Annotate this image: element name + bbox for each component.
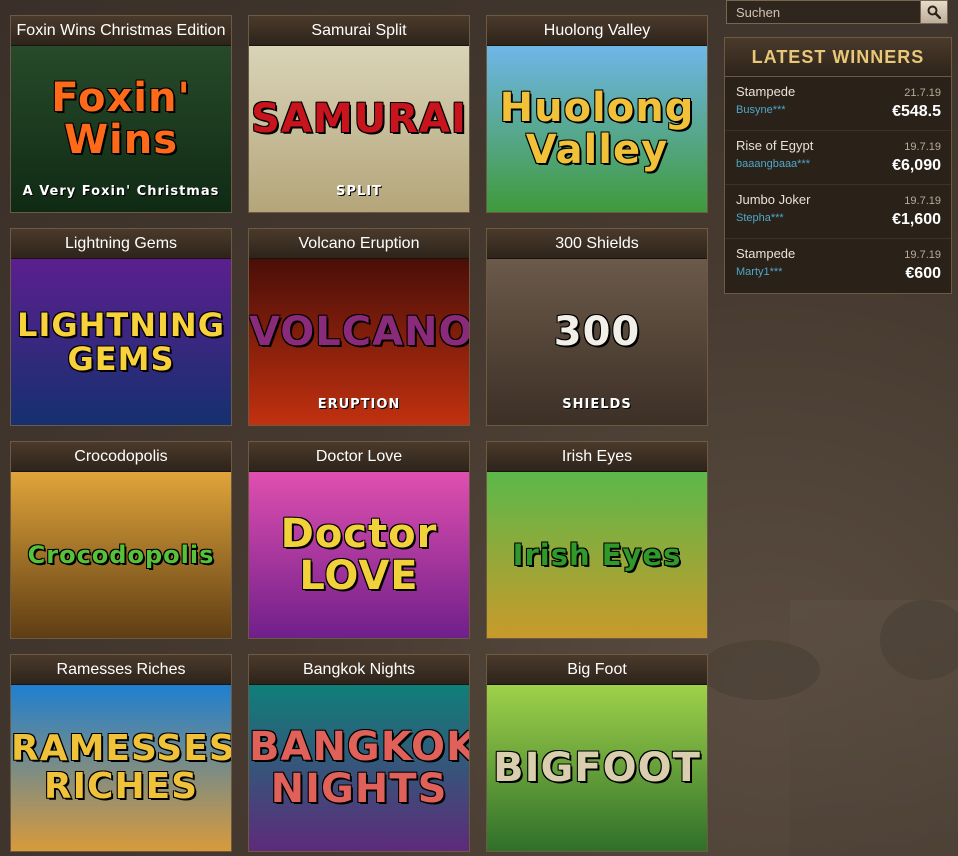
winners-list: Stampede 21.7.19 Busyne*** €548.5 Rise of Eg… — [725, 77, 951, 293]
game-logo-subtitle: SHIELDS — [562, 397, 632, 412]
game-title: Volcano Eruption — [249, 229, 469, 259]
winner-row[interactable]: Stampede 19.7.19 Marty1*** €600 — [725, 239, 951, 293]
game-title: Bangkok Nights — [249, 655, 469, 685]
game-title: 300 Shields — [487, 229, 707, 259]
game-tile[interactable]: Volcano Eruption VOLCANO ERUPTION — [248, 228, 470, 426]
game-thumbnail[interactable]: VOLCANO ERUPTION — [249, 259, 469, 425]
game-title: Foxin Wins Christmas Edition — [11, 16, 231, 46]
winner-amount: €600 — [905, 265, 941, 282]
game-tile[interactable]: Crocodopolis Crocodopolis — [10, 441, 232, 639]
game-tile[interactable]: Ramesses Riches RAMESSES RICHES — [10, 654, 232, 852]
game-title: Big Foot — [487, 655, 707, 685]
game-thumbnail[interactable]: Crocodopolis — [11, 472, 231, 638]
game-thumbnail[interactable]: 300 SHIELDS — [487, 259, 707, 425]
game-title: Huolong Valley — [487, 16, 707, 46]
game-logo: BANGKOK NIGHTS — [249, 724, 469, 812]
game-title: Irish Eyes — [487, 442, 707, 472]
game-tile[interactable]: 300 Shields 300 SHIELDS — [486, 228, 708, 426]
game-logo: Foxin' Wins — [51, 75, 191, 163]
game-thumbnail[interactable]: Huolong Valley — [487, 46, 707, 212]
winner-date: 19.7.19 — [904, 195, 941, 207]
game-logo: BIGFOOT — [493, 745, 701, 791]
game-logo: SAMURAI — [251, 96, 467, 142]
game-logo: LIGHTNING GEMS — [17, 306, 225, 378]
winner-date: 19.7.19 — [904, 249, 941, 261]
game-title: Samurai Split — [249, 16, 469, 46]
game-thumbnail[interactable]: Foxin' Wins A Very Foxin' Christmas — [11, 46, 231, 212]
game-tile[interactable]: Foxin Wins Christmas Edition Foxin' Wins A… — [10, 15, 232, 213]
game-logo: Irish Eyes — [512, 538, 682, 572]
game-logo: Crocodopolis — [27, 541, 215, 569]
game-thumbnail[interactable]: RAMESSES RICHES — [11, 685, 231, 851]
game-tile[interactable]: Samurai Split SAMURAI SPLIT — [248, 15, 470, 213]
game-tile[interactable]: Lightning Gems LIGHTNING GEMS — [10, 228, 232, 426]
latest-winners-panel: LATEST WINNERS Stampede 21.7.19 Busyne*** €… — [724, 37, 952, 294]
game-tile[interactable]: Irish Eyes Irish Eyes — [486, 441, 708, 639]
game-logo: Huolong Valley — [499, 85, 695, 173]
winner-amount: €1,600 — [892, 211, 941, 228]
game-title: Doctor Love — [249, 442, 469, 472]
winner-row[interactable]: Rise of Egypt 19.7.19 baaangbaaa*** €6,090 — [725, 131, 951, 185]
game-logo-subtitle: SPLIT — [336, 184, 382, 199]
game-title: Lightning Gems — [11, 229, 231, 259]
game-tile[interactable]: Bangkok Nights BANGKOK NIGHTS — [248, 654, 470, 852]
game-tile[interactable]: Big Foot BIGFOOT — [486, 654, 708, 852]
game-thumbnail[interactable]: BANGKOK NIGHTS — [249, 685, 469, 851]
game-thumbnail[interactable]: BIGFOOT — [487, 685, 707, 851]
winner-date: 19.7.19 — [904, 141, 941, 153]
game-logo-subtitle: A Very Foxin' Christmas — [22, 184, 220, 199]
game-logo: VOLCANO — [249, 309, 469, 355]
latest-winners-title: LATEST WINNERS — [725, 38, 951, 77]
game-tile[interactable]: Huolong Valley Huolong Valley — [486, 15, 708, 213]
winner-row[interactable]: Jumbo Joker 19.7.19 Stepha*** €1,600 — [725, 185, 951, 239]
background-palm — [700, 640, 820, 700]
game-logo: 300 — [553, 309, 641, 355]
winner-date: 21.7.19 — [904, 87, 941, 99]
winner-amount: €6,090 — [892, 157, 941, 174]
search-icon — [927, 5, 941, 19]
game-thumbnail[interactable]: SAMURAI SPLIT — [249, 46, 469, 212]
search-box — [726, 0, 948, 24]
game-thumbnail[interactable]: Doctor LOVE — [249, 472, 469, 638]
game-tile[interactable]: Doctor Love Doctor LOVE — [248, 441, 470, 639]
game-title: Ramesses Riches — [11, 655, 231, 685]
game-logo: Doctor LOVE — [280, 511, 438, 599]
search-input[interactable] — [727, 1, 921, 23]
game-logo-subtitle: ERUPTION — [317, 397, 401, 412]
winner-row[interactable]: Stampede 21.7.19 Busyne*** €548.5 — [725, 77, 951, 131]
game-thumbnail[interactable]: Irish Eyes — [487, 472, 707, 638]
search-button[interactable] — [920, 1, 947, 23]
game-logo: RAMESSES RICHES — [11, 728, 231, 807]
winner-amount: €548.5 — [892, 103, 941, 120]
game-thumbnail[interactable]: LIGHTNING GEMS — [11, 259, 231, 425]
game-title: Crocodopolis — [11, 442, 231, 472]
